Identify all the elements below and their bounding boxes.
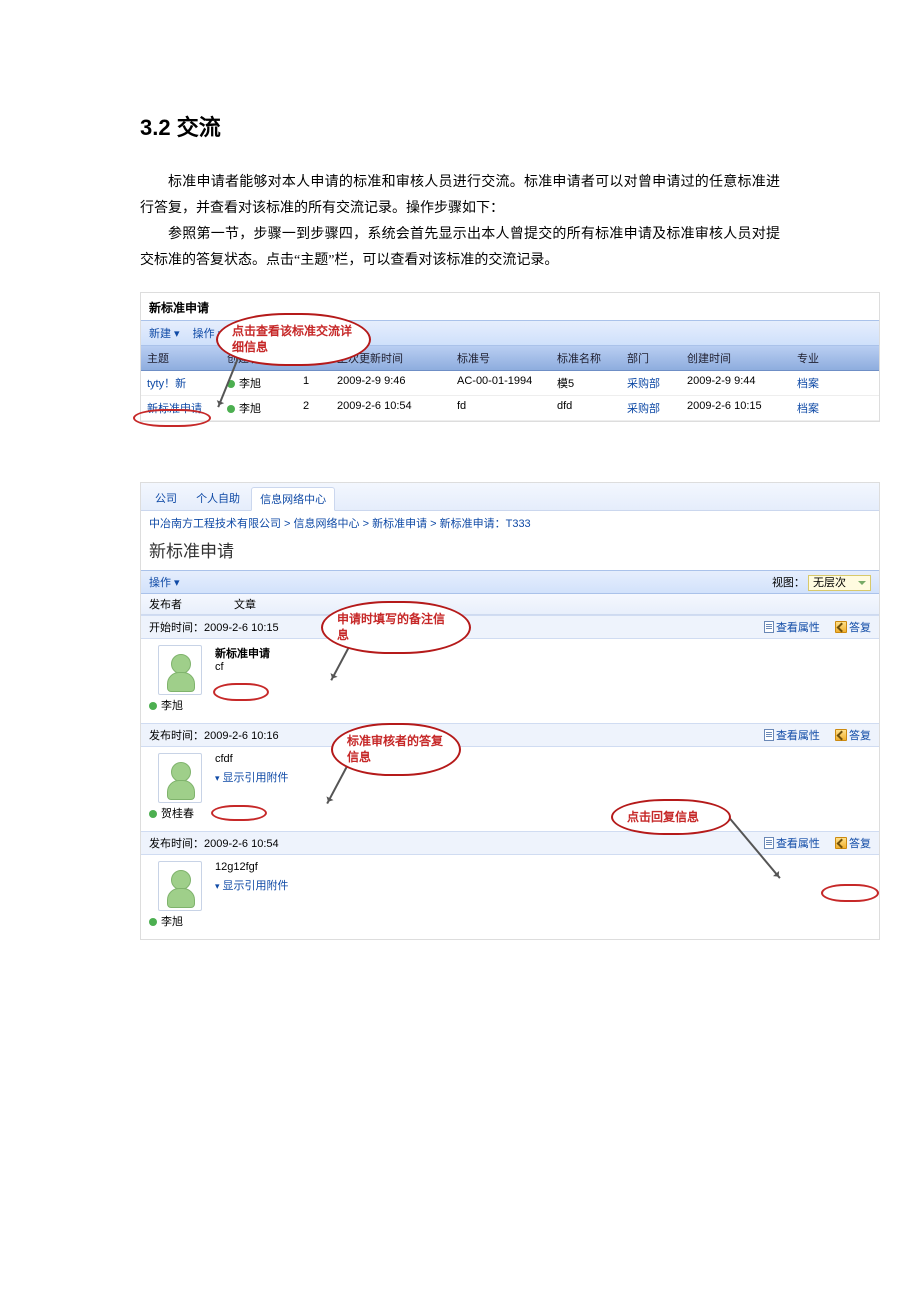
annotation-note-info: 申请时填写的备注信息	[321, 601, 471, 655]
row-updated: 2009-2-9 9:46	[331, 371, 451, 395]
row-updated: 2009-2-6 10:54	[331, 396, 451, 420]
col-dept: 部门	[621, 346, 681, 370]
thread-ops-menu[interactable]: 操作 ▾	[149, 574, 180, 590]
post-title: 新标准申请	[215, 645, 867, 661]
presence-icon	[149, 918, 157, 926]
reply-icon	[835, 729, 847, 741]
post-body-text: cf	[215, 661, 867, 673]
row-author: 李旭	[221, 396, 281, 420]
post-header: 开始时间：2009-2-6 10:15 查看属性 答复	[141, 615, 879, 639]
row-stdname: 模5	[551, 371, 621, 395]
show-attachments-link[interactable]: 显示引用附件	[215, 769, 867, 785]
col-subject: 主题	[141, 346, 221, 370]
properties-icon	[764, 621, 774, 633]
row-spec[interactable]: 档案	[791, 371, 841, 395]
row-dept[interactable]: 采购部	[621, 371, 681, 395]
reply-icon	[835, 621, 847, 633]
presence-icon	[227, 405, 235, 413]
tab-info-center[interactable]: 信息网络中心	[251, 487, 335, 511]
col-ctime: 创建时间	[681, 346, 791, 370]
reply-icon	[835, 837, 847, 849]
show-attachments-link[interactable]: 显示引用附件	[215, 877, 867, 893]
view-props-link[interactable]: 查看属性	[764, 838, 820, 850]
view-label: 视图：	[772, 577, 805, 589]
section-heading: 3.2 交流	[140, 110, 780, 142]
col-body: 文章	[234, 596, 256, 612]
highlight-ring	[821, 884, 879, 902]
highlight-ring	[133, 409, 211, 427]
col-stdno: 标准号	[451, 346, 551, 370]
annotation-click-reply: 点击回复信息	[611, 799, 731, 836]
screenshot-thread: 公司 个人自助 信息网络中心 中冶南方工程技术有限公司 > 信息网络中心 > 新…	[140, 482, 880, 940]
row-stdname: dfd	[551, 396, 621, 420]
avatar	[158, 753, 202, 803]
properties-icon	[764, 729, 774, 741]
highlight-ring	[211, 805, 267, 821]
row-stdno: AC-00-01-1994	[451, 371, 551, 395]
tab-self[interactable]: 个人自助	[188, 487, 248, 509]
post-header: 发布时间：2009-2-6 10:16 查看属性 答复	[141, 723, 879, 747]
col-stdname: 标准名称	[551, 346, 621, 370]
view-select[interactable]: 无层次	[808, 575, 871, 591]
thread-toolbar: 操作 ▾ 视图： 无层次	[141, 570, 879, 594]
post-header: 发布时间：2009-2-6 10:54 查看属性 答复	[141, 831, 879, 855]
annotation-reviewer-reply: 标准审核者的答复信息	[331, 723, 461, 777]
table-row: tyty！新 李旭 1 2009-2-9 9:46 AC-00-01-1994 …	[141, 371, 879, 396]
post: 李旭 12g12fgf 显示引用附件	[141, 855, 879, 939]
tab-company[interactable]: 公司	[147, 487, 185, 509]
properties-icon	[764, 837, 774, 849]
row-stdno: fd	[451, 396, 551, 420]
poster-name: 李旭	[149, 913, 211, 929]
row-subject-link[interactable]: tyty！新	[141, 371, 221, 395]
row-replies: 1	[281, 371, 331, 395]
poster-name: 李旭	[149, 697, 211, 713]
highlight-ring	[213, 683, 269, 701]
thread-title: 新标准申请	[141, 535, 879, 570]
row-ctime: 2009-2-9 9:44	[681, 371, 791, 395]
post: 李旭 新标准申请 cf	[141, 639, 879, 723]
annotation-view-detail: 点击查看该标准交流详细信息	[216, 313, 371, 367]
reply-link[interactable]: 答复	[835, 838, 871, 850]
post-body-text: cfdf	[215, 753, 867, 765]
screenshot-list: 新标准申请 新建 ▾ 操作 ▾ 主题 创建者 答复 上次更新时间 标准号 标准名…	[140, 292, 880, 422]
view-props-link[interactable]: 查看属性	[764, 730, 820, 742]
reply-link[interactable]: 答复	[835, 622, 871, 634]
poster-name: 贺桂春	[149, 805, 211, 821]
new-menu[interactable]: 新建 ▾	[149, 328, 180, 340]
col-spec: 专业	[791, 346, 841, 370]
row-spec[interactable]: 档案	[791, 396, 841, 420]
table-row: 新标准申请 李旭 2 2009-2-6 10:54 fd dfd 采购部 200…	[141, 396, 879, 421]
view-props-link[interactable]: 查看属性	[764, 622, 820, 634]
paragraph-1: 标准申请者能够对本人申请的标准和审核人员进行交流。标准申请者可以对曾申请过的任意…	[140, 170, 780, 222]
presence-icon	[149, 702, 157, 710]
top-tabs: 公司 个人自助 信息网络中心	[141, 483, 879, 511]
presence-icon	[149, 810, 157, 818]
paragraph-2: 参照第一节，步骤一到步骤四，系统会首先显示出本人曾提交的所有标准申请及标准审核人…	[140, 222, 780, 274]
row-ctime: 2009-2-6 10:15	[681, 396, 791, 420]
reply-link[interactable]: 答复	[835, 730, 871, 742]
avatar	[158, 861, 202, 911]
thread-columns: 发布者 文章	[141, 594, 879, 615]
col-poster: 发布者	[149, 596, 234, 612]
breadcrumb[interactable]: 中冶南方工程技术有限公司 > 信息网络中心 > 新标准申请 > 新标准申请：T3…	[141, 511, 879, 535]
row-dept[interactable]: 采购部	[621, 396, 681, 420]
row-replies: 2	[281, 396, 331, 420]
avatar	[158, 645, 202, 695]
